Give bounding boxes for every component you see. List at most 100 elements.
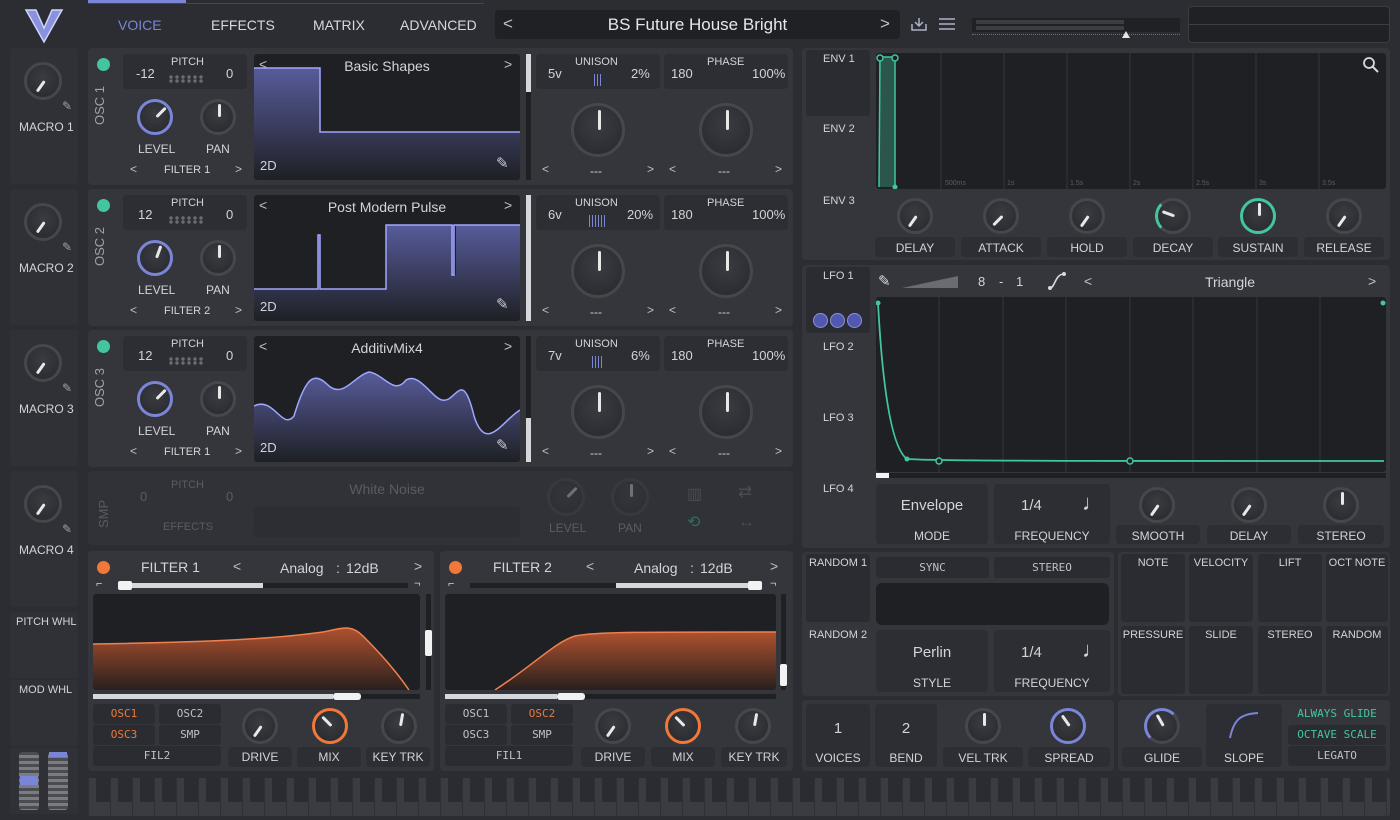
pitch-wheel[interactable]	[19, 752, 39, 810]
tab-effects[interactable]: EFFECTS	[211, 17, 275, 33]
filter-2-route-osc3[interactable]: OSC3	[445, 725, 507, 745]
always-glide-toggle[interactable]: ALWAYS GLIDE	[1288, 704, 1386, 724]
osc-1-phase-value[interactable]: 180	[671, 66, 693, 81]
vel-track-knob[interactable]	[965, 708, 1001, 744]
osc-2-filter-prev[interactable]: <	[130, 303, 137, 317]
osc-2-pitch-transpose[interactable]: 12	[138, 207, 152, 222]
sample-power-toggle[interactable]	[97, 481, 110, 494]
osc-2-phase-value[interactable]: 180	[671, 207, 693, 222]
lfo-tempo-note-icon[interactable]: ♩	[1082, 490, 1104, 516]
osc-3-sel1-value[interactable]: ---	[590, 446, 602, 460]
filter-2-mix-knob[interactable]	[665, 708, 701, 744]
volume-meter[interactable]	[972, 14, 1180, 42]
osc-2-pitch-fine[interactable]: 0	[226, 207, 233, 222]
osc-3-power-toggle[interactable]	[97, 340, 110, 353]
lfo-grid-y[interactable]: 1	[1016, 274, 1023, 289]
lfo-graph[interactable]	[876, 297, 1386, 472]
random-style-value[interactable]: Perlin	[876, 644, 988, 661]
lfo-shape-name[interactable]: Triangle	[1090, 274, 1370, 290]
random-stereo-toggle[interactable]: STEREO	[994, 557, 1110, 578]
osc-1-pitch-fine[interactable]: 0	[226, 66, 233, 81]
osc-2-sel2-value[interactable]: ---	[718, 305, 730, 319]
filter-1-blend-slider[interactable]	[118, 581, 408, 590]
osc-2-sel1-prev[interactable]: <	[542, 303, 549, 317]
sample-pitch-fine[interactable]: 0	[226, 489, 233, 504]
sample-pitch-transpose[interactable]: 0	[140, 489, 147, 504]
random-tempo-note-icon[interactable]: ♩	[1082, 637, 1104, 663]
osc-1-unison-detune[interactable]: 2%	[631, 66, 650, 81]
voices-value[interactable]: 1	[806, 720, 870, 737]
filter-1-drive-knob[interactable]	[242, 708, 278, 744]
osc-1-unison-voices[interactable]: 5v	[548, 66, 562, 81]
bend-value[interactable]: 2	[875, 720, 937, 737]
loop-icon[interactable]: ⟲	[687, 512, 700, 532]
slope-curve[interactable]	[1228, 710, 1260, 740]
osc-2-frame-slider[interactable]	[526, 195, 531, 321]
osc-2-filter-next[interactable]: >	[235, 303, 242, 317]
filter-1-model-prev[interactable]: <	[233, 558, 241, 574]
osc-2-pan-knob[interactable]	[200, 240, 236, 276]
osc-3-sel2-prev[interactable]: <	[669, 444, 676, 458]
bounce-icon[interactable]: ↔	[738, 512, 755, 532]
osc-2-power-toggle[interactable]	[97, 199, 110, 212]
lfo-mode-value[interactable]: Envelope	[876, 497, 988, 514]
glide-knob[interactable]	[1144, 708, 1180, 744]
env-attack-knob[interactable]	[983, 198, 1019, 234]
macro-4-knob[interactable]	[24, 485, 62, 523]
random-phase-icon[interactable]: ⇄	[738, 482, 752, 502]
osc-1-sel2-prev[interactable]: <	[669, 162, 676, 176]
filter-1-resonance-slider[interactable]	[425, 594, 432, 690]
filter-1-mix-knob[interactable]	[312, 708, 348, 744]
osc-3-sel2-next[interactable]: >	[775, 444, 782, 458]
sample-level-knob[interactable]	[547, 478, 585, 516]
osc-3-edit-icon[interactable]: ✎	[496, 436, 509, 454]
filter-2-model-prev[interactable]: <	[586, 558, 594, 574]
legato-toggle[interactable]: LEGATO	[1288, 746, 1386, 766]
osc-2-sel2-prev[interactable]: <	[669, 303, 676, 317]
lfo-curve-icon[interactable]	[1047, 271, 1067, 291]
filter-1-route-smp[interactable]: SMP	[159, 725, 221, 745]
osc-1-frame-slider[interactable]	[526, 54, 531, 180]
lfo-smooth-knob[interactable]	[1139, 487, 1175, 523]
filter-1-model-next[interactable]: >	[414, 558, 422, 574]
filter-2-blend-slider[interactable]	[470, 581, 762, 590]
osc-3-phase-value[interactable]: 180	[671, 348, 693, 363]
osc-1-pan-knob[interactable]	[200, 99, 236, 135]
osc-1-filter-next[interactable]: >	[235, 162, 242, 176]
filter-2-response-graph[interactable]	[445, 594, 776, 690]
osc-1-unison-knob[interactable]	[571, 103, 625, 157]
osc-3-filter-prev[interactable]: <	[130, 444, 137, 458]
filter-1-route-osc2[interactable]: OSC2	[159, 704, 221, 724]
sample-pan-knob[interactable]	[611, 478, 649, 516]
osc-3-wave-next[interactable]: >	[504, 338, 512, 354]
macro-4-edit-icon[interactable]: ✎	[62, 522, 72, 536]
osc-1-sel1-next[interactable]: >	[647, 162, 654, 176]
osc-2-sel1-value[interactable]: ---	[590, 305, 602, 319]
osc-1-sel1-value[interactable]: ---	[590, 164, 602, 178]
osc-3-phase-random[interactable]: 100%	[752, 348, 785, 363]
tab-matrix[interactable]: MATRIX	[313, 17, 365, 33]
filter-1-keytrack-knob[interactable]	[381, 708, 417, 744]
filter-2-drive-knob[interactable]	[595, 708, 631, 744]
macro-3-knob[interactable]	[24, 344, 62, 382]
osc-2-unison-knob[interactable]	[571, 244, 625, 298]
save-icon[interactable]	[910, 16, 928, 32]
osc-1-edit-icon[interactable]: ✎	[496, 154, 509, 172]
osc-3-unison-voices[interactable]: 7v	[548, 348, 562, 363]
filter-1-cutoff-slider[interactable]	[93, 693, 420, 700]
filter-1-route-fil2[interactable]: FIL2	[93, 746, 221, 766]
env-release-knob[interactable]	[1326, 198, 1362, 234]
osc-3-sel1-next[interactable]: >	[647, 444, 654, 458]
keytrack-icon[interactable]: ▥	[687, 484, 702, 504]
osc-3-phase-knob[interactable]	[699, 385, 753, 439]
env-graph[interactable]	[876, 53, 1386, 189]
lfo-shape-next[interactable]: >	[1368, 273, 1376, 289]
tab-advanced[interactable]: ADVANCED	[400, 17, 477, 33]
lfo-grid-x[interactable]: 8	[978, 274, 985, 289]
sample-effects-route[interactable]: EFFECTS	[163, 521, 213, 533]
random-frequency-value[interactable]: 1/4	[1021, 644, 1042, 661]
lfo-stereo-knob[interactable]	[1323, 487, 1359, 523]
lfo-delay-knob[interactable]	[1231, 487, 1267, 523]
osc-3-unison-detune[interactable]: 6%	[631, 348, 650, 363]
filter-2-resonance-slider[interactable]	[780, 594, 787, 690]
